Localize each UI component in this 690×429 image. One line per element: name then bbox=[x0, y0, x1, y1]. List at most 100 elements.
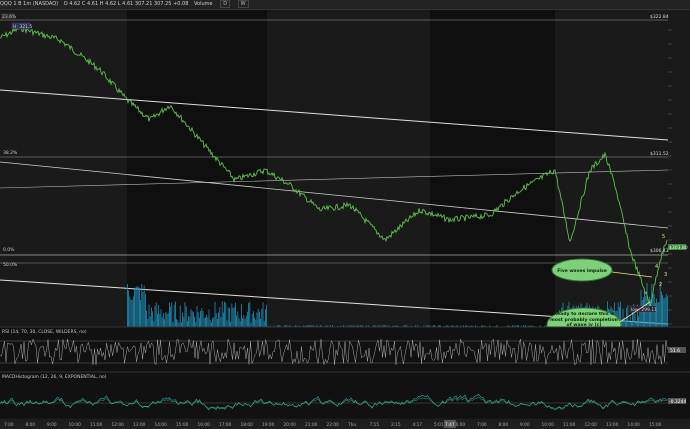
volume-bar bbox=[184, 302, 186, 327]
volume-bar bbox=[203, 317, 205, 327]
volume-bar bbox=[135, 287, 137, 327]
volume-bar bbox=[154, 305, 156, 327]
volume-bar bbox=[130, 299, 132, 327]
volume-bar bbox=[244, 318, 246, 327]
volume-bar bbox=[200, 311, 201, 327]
volume-bar bbox=[266, 304, 267, 327]
volume-bar bbox=[665, 293, 667, 327]
volume-bar bbox=[206, 314, 207, 327]
time-tick-label: 13:00 bbox=[133, 422, 146, 428]
volume-bar bbox=[161, 317, 163, 327]
volume-bar bbox=[631, 321, 632, 327]
time-tick-label: 16:00 bbox=[198, 422, 211, 428]
volume-bar bbox=[166, 313, 168, 327]
volume-bar bbox=[243, 315, 245, 327]
annotation-text: Ready to declare this is most probably c… bbox=[550, 312, 618, 328]
chart-area[interactable]: 23.6% H: 321.5 38.2% 0.0% 50.0% $322.84 … bbox=[0, 10, 690, 429]
time-tick-label: 17:00 bbox=[219, 422, 232, 428]
day-button[interactable]: D bbox=[220, 0, 231, 8]
fib-tag: 0.0% bbox=[3, 247, 15, 253]
time-tick-label: 14:00 bbox=[628, 422, 641, 428]
fib-tag: 50.0% bbox=[3, 262, 18, 268]
volume-bar bbox=[212, 318, 213, 327]
volume-bar bbox=[622, 308, 624, 327]
volume-bar bbox=[662, 294, 663, 327]
annotation-text: Five waves impulse bbox=[557, 268, 607, 274]
price-tag: $306.43 bbox=[650, 248, 669, 254]
price-tag: $311.52 bbox=[650, 151, 669, 157]
volume-bar bbox=[661, 291, 662, 327]
time-tick-label: 20:00 bbox=[284, 422, 297, 428]
volume-bar bbox=[171, 302, 173, 327]
volume-bar bbox=[255, 319, 257, 327]
volume-bar bbox=[217, 319, 218, 327]
volume-bar bbox=[663, 298, 665, 327]
volume-bar bbox=[209, 319, 211, 327]
volume-bar bbox=[185, 306, 187, 327]
time-tick-label: 21:00 bbox=[305, 422, 318, 428]
volume-bar bbox=[133, 296, 134, 327]
volume-bar bbox=[628, 320, 630, 327]
volume-bar bbox=[142, 291, 144, 327]
volume-bar bbox=[153, 320, 155, 327]
session-shade bbox=[430, 10, 555, 327]
volume-bar bbox=[253, 311, 254, 327]
volume-bar bbox=[659, 281, 661, 327]
volume-bar bbox=[219, 307, 221, 327]
volume-bar bbox=[247, 311, 248, 327]
volume-bar bbox=[143, 285, 145, 327]
fib-tag: 23.6% bbox=[2, 14, 17, 20]
volume-bar bbox=[265, 309, 266, 327]
volume-bar bbox=[202, 311, 204, 327]
volume-bar bbox=[223, 312, 224, 327]
volume-bar bbox=[657, 302, 659, 327]
volume-bar bbox=[195, 321, 197, 327]
time-tick-label: 4:17 bbox=[413, 422, 423, 428]
volume-bar bbox=[215, 313, 217, 327]
time-tick-label: 19:00 bbox=[262, 422, 275, 428]
volume-bar bbox=[241, 303, 242, 327]
volume-bar bbox=[221, 301, 223, 327]
volume-bar bbox=[193, 312, 194, 327]
volume-bar bbox=[188, 316, 189, 327]
symbol-label[interactable]: QQQ 1 B 1m (NASDAQ) bbox=[0, 1, 58, 7]
volume-bar bbox=[208, 309, 210, 327]
wave-mark: 2 bbox=[659, 282, 662, 288]
time-tick-label: 9:00 bbox=[520, 422, 530, 428]
high-box: H: 321.5 bbox=[13, 24, 32, 30]
volume-bar bbox=[260, 318, 261, 327]
time-tick-label: 11:00 bbox=[90, 422, 103, 428]
session-marker-label: 7:47 bbox=[445, 422, 455, 428]
fib-tag: 38.2% bbox=[3, 150, 18, 156]
time-tick-label: 5:01 bbox=[434, 422, 444, 428]
volume-bar bbox=[178, 322, 180, 327]
rsi-panel bbox=[0, 327, 690, 371]
price-tag: $322.84 bbox=[650, 14, 669, 20]
volume-bar bbox=[141, 284, 143, 327]
volume-bar bbox=[151, 307, 152, 327]
volume-bar bbox=[145, 293, 146, 327]
time-tick-label: 10:00 bbox=[69, 422, 82, 428]
time-tick-label: 18:00 bbox=[241, 422, 254, 428]
time-tick-label: 7:00 bbox=[477, 422, 487, 428]
volume-bar bbox=[245, 315, 247, 327]
volume-bar bbox=[163, 313, 164, 327]
volume-bar bbox=[137, 286, 139, 327]
week-button[interactable]: W bbox=[237, 0, 249, 8]
volume-bar bbox=[173, 304, 175, 327]
volume-bar bbox=[169, 302, 170, 327]
volume-bar bbox=[257, 308, 259, 327]
volume-bar bbox=[191, 311, 193, 327]
time-tick-label: 12:00 bbox=[585, 422, 598, 428]
volume-bar bbox=[181, 322, 182, 327]
volume-bar bbox=[218, 312, 219, 327]
volume-bar bbox=[190, 309, 192, 327]
volume-bar bbox=[214, 301, 216, 327]
volume-bar bbox=[131, 299, 133, 327]
volume-bar bbox=[226, 320, 228, 327]
volume-bar bbox=[224, 301, 225, 327]
volume-bar bbox=[159, 313, 161, 327]
wave-mark: 3 bbox=[664, 272, 667, 278]
time-tick-label: 15:00 bbox=[176, 422, 189, 428]
volume-bar bbox=[187, 320, 188, 327]
